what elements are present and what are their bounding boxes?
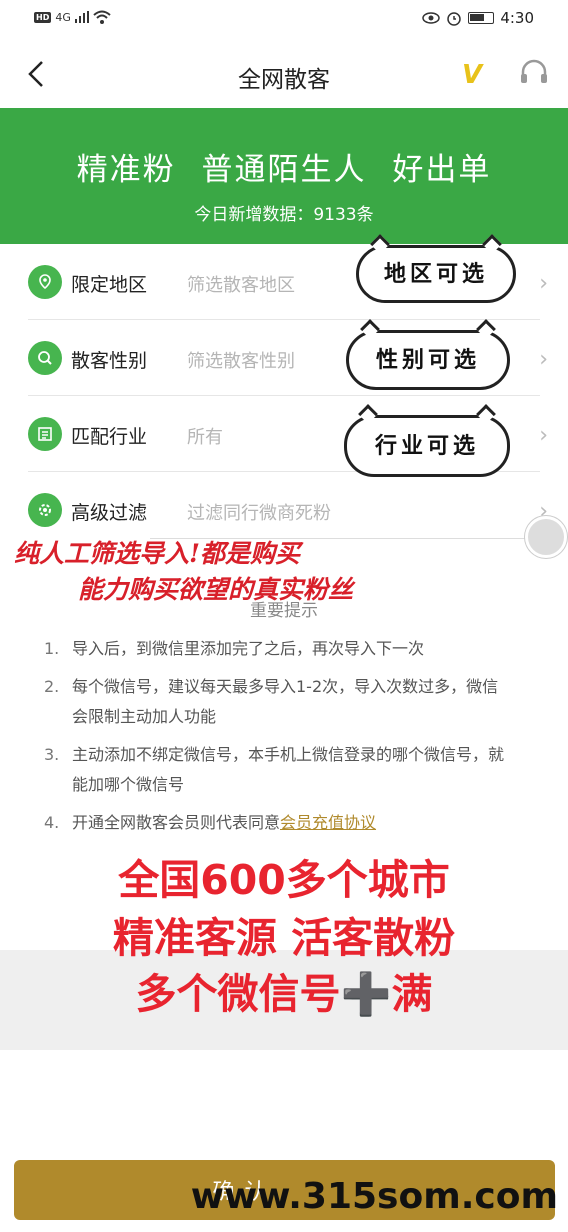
status-right: 4:30 <box>422 9 534 27</box>
filter-label: 高级过滤 <box>71 502 148 524</box>
notice-item: 1. 导入后，到微信里添加完了之后，再次导入下一次 <box>44 634 514 664</box>
notice-num: 1. <box>44 639 60 658</box>
alarm-icon <box>447 12 462 26</box>
notice-text: 开通全网散客会员则代表同意会员充值协议 <box>72 808 376 838</box>
banner-headline: 精准粉 普通陌生人 好出单 <box>76 152 492 188</box>
gear-icon <box>28 493 62 527</box>
promo-line1: 全国600多个城市 <box>118 856 450 904</box>
notice-num: 3. <box>44 745 60 764</box>
promo-line2: 精准客源 活客散粉 <box>112 914 456 962</box>
notice-item: 3. 主动添加不绑定微信号，本手机上微信登录的哪个微信号，就能加哪个微信号 <box>44 740 514 800</box>
notice-item: 2. 每个微信号，建议每天最多导入1-2次，导入次数过多，微信会限制主动加人功能 <box>44 672 514 732</box>
notice-item: 4. 开通全网散客会员则代表同意会员充值协议 <box>44 808 514 838</box>
bubble-region-text: 地区可选 <box>383 261 488 287</box>
filter-label: 匹配行业 <box>71 426 148 448</box>
notice-text-body: 开通全网散客会员则代表同意 <box>72 813 281 832</box>
notice-num: 4. <box>44 813 60 832</box>
filter-value: 筛选散客地区 <box>187 275 295 296</box>
filter-label: 限定地区 <box>71 274 148 296</box>
promo-banner: 精准粉 普通陌生人 好出单 今日新增数据：9133条 <box>0 108 568 244</box>
notice-text: 每个微信号，建议每天最多导入1-2次，导入次数过多，微信会限制主动加人功能 <box>72 677 499 726</box>
vip-icon[interactable]: V <box>462 60 482 90</box>
notice-text: 主动添加不绑定微信号，本手机上微信登录的哪个微信号，就能加哪个微信号 <box>72 745 505 794</box>
banner-subline: 今日新增数据：9133条 <box>194 205 374 225</box>
nav-bar: 全网散客 V <box>0 40 568 108</box>
headset-icon[interactable] <box>518 58 550 90</box>
bubble-industry-text: 行业可选 <box>374 433 479 459</box>
notice-text: 导入后，到微信里添加完了之后，再次导入下一次 <box>72 639 425 658</box>
bubble-gender-text: 性别可选 <box>375 347 480 373</box>
network-label: 4G <box>55 10 71 24</box>
status-time: 4:30 <box>500 9 534 27</box>
status-left: HD 4G <box>34 10 111 24</box>
floating-ball[interactable] <box>525 516 567 558</box>
promo-line3: 多个微信号➕满 <box>135 970 433 1018</box>
list-icon <box>28 417 62 451</box>
notice-title: 重要提示 <box>250 601 318 621</box>
chevron-right-icon: › <box>539 347 548 372</box>
chevron-right-icon: › <box>539 423 548 448</box>
overlay-text-line1: 纯人工筛选导入!都是购买 <box>14 539 300 568</box>
notice-list: 1. 导入后，到微信里添加完了之后，再次导入下一次 2. 每个微信号，建议每天最… <box>44 634 514 846</box>
filter-label: 散客性别 <box>71 350 148 372</box>
bubble-industry: 行业可选 <box>344 404 510 477</box>
agreement-link[interactable]: 会员充值协议 <box>280 813 376 832</box>
filter-value: 过滤同行微商死粉 <box>187 503 331 524</box>
eye-icon <box>422 12 441 24</box>
wifi-icon <box>93 10 111 24</box>
watermark: www.315som.com <box>190 1176 558 1217</box>
location-icon <box>28 265 62 299</box>
bubble-gender: 性别可选 <box>346 319 510 390</box>
page-title: 全网散客 <box>238 67 330 93</box>
filter-value: 所有 <box>187 427 223 448</box>
search-icon <box>28 341 62 375</box>
notice-num: 2. <box>44 677 60 696</box>
filter-value: 筛选散客性别 <box>187 351 295 372</box>
hd-badge: HD <box>34 11 52 23</box>
bubble-region: 地区可选 <box>356 234 516 303</box>
battery-icon <box>468 12 495 24</box>
signal-icon <box>74 11 89 23</box>
status-bar: HD 4G 4:30 <box>0 0 568 40</box>
chevron-right-icon: › <box>539 271 548 296</box>
